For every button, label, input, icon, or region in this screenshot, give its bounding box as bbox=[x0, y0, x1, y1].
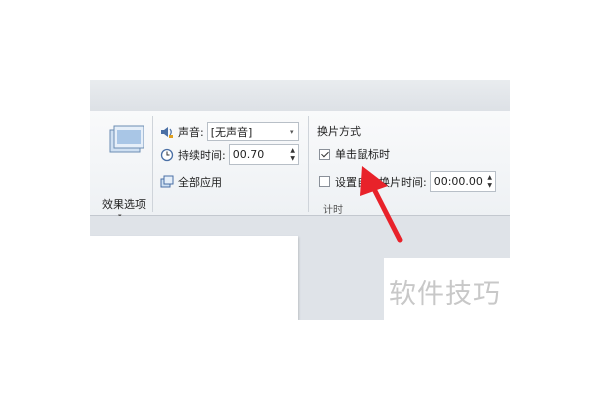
duration-label: 持续时间: bbox=[178, 148, 226, 162]
after-time-label: 设置自动换片时间: bbox=[335, 175, 427, 189]
ribbon-transitions bbox=[90, 111, 510, 216]
effect-options-button[interactable]: 效果选项 ▾ bbox=[96, 118, 152, 220]
sound-value: [无声音] bbox=[210, 125, 253, 139]
spin-down-icon[interactable]: ▼ bbox=[288, 155, 298, 163]
duration-row: 持续时间: 00.70 ▲ ▼ bbox=[160, 144, 299, 165]
ribbon-separator bbox=[152, 116, 153, 212]
spinner-arrows[interactable]: ▲ ▼ bbox=[288, 147, 298, 163]
chevron-down-icon: ▾ bbox=[289, 127, 294, 136]
duration-spinner[interactable]: 00.70 ▲ ▼ bbox=[228, 144, 299, 165]
spin-down-icon[interactable]: ▼ bbox=[485, 182, 495, 190]
checkbox-checked-icon[interactable] bbox=[319, 148, 330, 160]
timing-group-label: 计时 bbox=[323, 205, 343, 216]
ribbon-tab-bar bbox=[90, 80, 510, 112]
speaker-icon bbox=[161, 126, 173, 138]
apply-all-button[interactable]: 全部应用 bbox=[160, 174, 222, 190]
duration-value: 00.70 bbox=[232, 148, 265, 161]
after-time-value: 00:00.00 bbox=[433, 175, 483, 188]
clock-icon bbox=[160, 148, 174, 161]
after-time-row: 设置自动换片时间: 00:00.00 ▲ ▼ bbox=[319, 171, 496, 192]
advance-title-text: 换片方式 bbox=[317, 125, 361, 138]
spin-up-icon[interactable]: ▲ bbox=[288, 147, 298, 155]
on-click-checkbox[interactable]: 单击鼠标时 bbox=[319, 146, 390, 162]
watermark-text: 软件技巧 bbox=[389, 279, 501, 310]
ribbon-separator bbox=[308, 116, 309, 212]
after-time-spinner[interactable]: 00:00.00 ▲ ▼ bbox=[429, 171, 496, 192]
spin-up-icon[interactable]: ▲ bbox=[485, 174, 495, 182]
sound-select[interactable]: [无声音] ▾ bbox=[206, 122, 299, 141]
apply-all-label: 全部应用 bbox=[178, 176, 222, 189]
spinner-arrows[interactable]: ▲ ▼ bbox=[485, 174, 495, 190]
slide-canvas[interactable] bbox=[90, 236, 298, 320]
sound-label: 声音: bbox=[178, 125, 204, 139]
sound-row: 声音: [无声音] ▾ bbox=[160, 122, 299, 141]
apply-all-icon bbox=[160, 175, 174, 188]
on-click-label: 单击鼠标时 bbox=[335, 148, 390, 161]
effect-options-icon bbox=[109, 125, 144, 153]
effect-options-label: 效果选项 bbox=[102, 198, 146, 211]
advance-title: 换片方式 bbox=[317, 123, 361, 139]
after-time-checkbox[interactable] bbox=[319, 176, 330, 187]
